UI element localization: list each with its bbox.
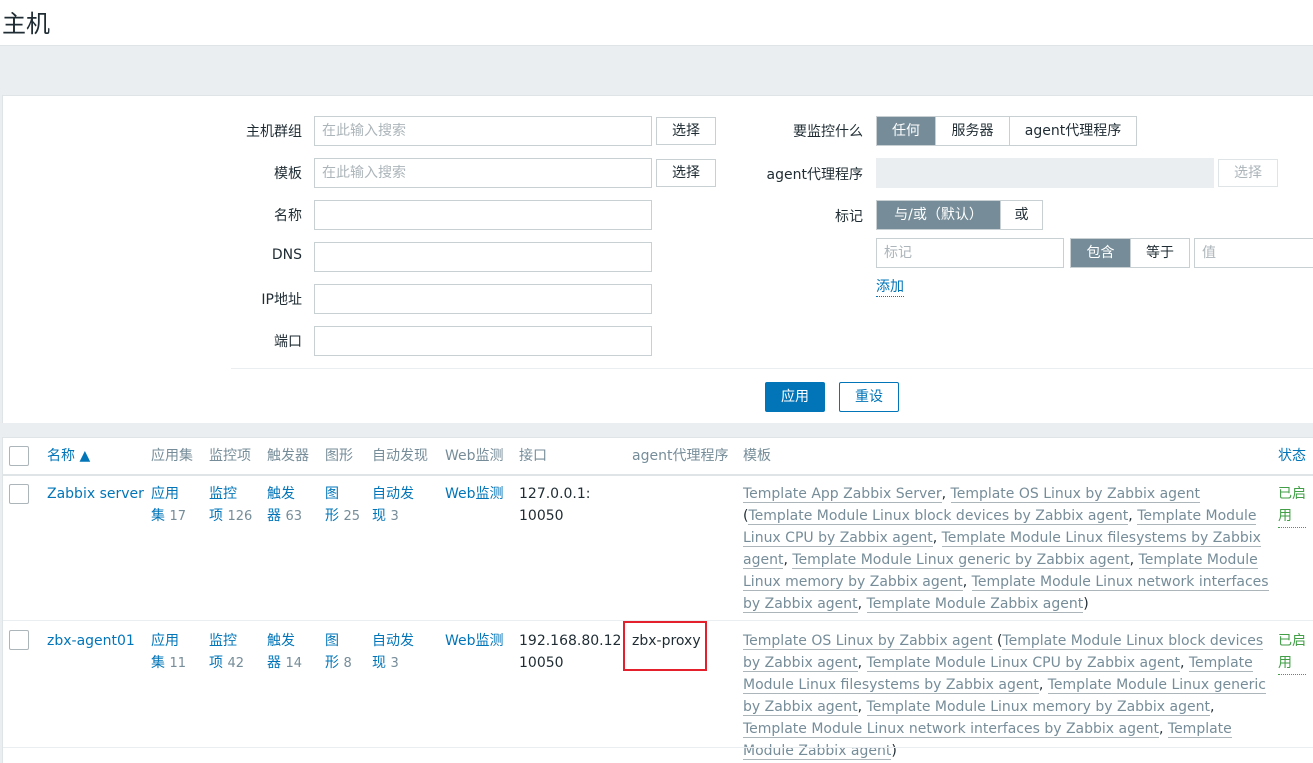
template-link[interactable]: Template Module Linux generic by Zabbix …: [792, 552, 1130, 569]
ip-input[interactable]: [314, 284, 652, 314]
col-discovery-header: 自动发现: [372, 448, 428, 464]
name-label: 名称: [274, 208, 302, 224]
filter-panel: 主机群组 在此输入搜索 选择 模板 在此输入搜索 选择 名称 DNS IP地址 …: [2, 95, 1313, 423]
filter-divider: [231, 368, 1313, 369]
proxy-select-button: 选择: [1218, 159, 1278, 187]
port-input[interactable]: [314, 326, 652, 356]
name-input[interactable]: [314, 200, 652, 230]
host-groups-select-button[interactable]: 选择: [656, 117, 716, 145]
template-link[interactable]: Template Module Linux block devices by Z…: [748, 508, 1129, 525]
discovery-link[interactable]: 自动发现 3: [372, 483, 414, 528]
col-templates-header: 模板: [743, 448, 771, 464]
select-all-checkbox[interactable]: [9, 446, 29, 466]
col-items-header: 监控项: [209, 448, 251, 464]
template-link[interactable]: Template Module Linux memory by Zabbix a…: [866, 699, 1210, 716]
port-label: 端口: [274, 334, 302, 350]
col-proxy-header: agent代理程序: [632, 448, 729, 464]
monitored-by-proxy[interactable]: agent代理程序: [1010, 117, 1136, 145]
dns-label: DNS: [271, 247, 302, 263]
template-link[interactable]: Template Module Zabbix agent: [866, 596, 1084, 613]
items-link[interactable]: 监控项 42: [209, 630, 244, 675]
add-tag-link[interactable]: 添加: [876, 276, 904, 297]
template-link[interactable]: Template Module Linux network interfaces…: [743, 721, 1159, 738]
row-divider: [3, 747, 1313, 748]
filter-tab-strip: [0, 46, 1313, 95]
tag-operator-segment: 包含 等于: [1070, 238, 1190, 268]
tag-op-contains[interactable]: 包含: [1071, 239, 1131, 267]
monitored-by-segment: 任何 服务器 agent代理程序: [876, 116, 1137, 146]
proxy-input: [876, 158, 1214, 188]
tags-label: 标记: [835, 209, 863, 225]
template-link[interactable]: Template OS Linux by Zabbix agent: [950, 486, 1201, 503]
interface-cell: 192.168.80.12: 10050: [519, 633, 627, 671]
proxy-cell: zbx-proxy: [632, 633, 701, 649]
col-status-header[interactable]: 状态: [1278, 438, 1306, 474]
template-link[interactable]: Template App Zabbix Server: [743, 486, 942, 503]
col-name-header[interactable]: 名称 ▲: [47, 438, 90, 474]
web-link[interactable]: Web监测: [445, 630, 504, 652]
proxy-label: agent代理程序: [766, 167, 863, 183]
header-divider: [3, 474, 1313, 476]
host-name-link[interactable]: zbx-agent01: [47, 630, 135, 652]
templates-cell: Template App Zabbix Server, Template OS …: [743, 486, 1269, 613]
graphs-link[interactable]: 图形 25: [325, 483, 360, 528]
tag-op-equals[interactable]: 等于: [1131, 239, 1189, 267]
col-web-header: Web监测: [445, 448, 504, 464]
tags-eval-segment: 与/或（默认） 或: [876, 200, 1043, 230]
page-title: 主机: [2, 10, 50, 38]
templates-select-button[interactable]: 选择: [656, 159, 716, 187]
triggers-link[interactable]: 触发器 63: [267, 483, 302, 528]
host-groups-input[interactable]: 在此输入搜索: [314, 116, 652, 146]
apply-button[interactable]: 应用: [765, 382, 825, 412]
templates-label: 模板: [274, 166, 302, 182]
col-triggers-header: 触发器: [267, 448, 309, 464]
applications-link[interactable]: 应用集 11: [151, 630, 186, 675]
col-interface-header: 接口: [519, 448, 547, 464]
tags-eval-and-or[interactable]: 与/或（默认）: [877, 201, 1001, 229]
applications-link[interactable]: 应用集 17: [151, 483, 186, 528]
row-checkbox[interactable]: [9, 484, 29, 504]
row-checkbox[interactable]: [9, 630, 29, 650]
templates-cell: Template OS Linux by Zabbix agent (Templ…: [743, 633, 1266, 760]
page-header: 主机: [0, 0, 1313, 46]
web-link[interactable]: Web监测: [445, 483, 504, 505]
reset-button[interactable]: 重设: [839, 382, 899, 412]
graphs-link[interactable]: 图形 8: [325, 630, 352, 675]
host-name-link[interactable]: Zabbix server: [47, 483, 144, 505]
template-link[interactable]: Template Module Linux CPU by Zabbix agen…: [866, 655, 1180, 672]
tag-name-input[interactable]: 标记: [876, 238, 1064, 268]
dns-input[interactable]: [314, 242, 652, 272]
monitored-by-server[interactable]: 服务器: [936, 117, 1010, 145]
discovery-link[interactable]: 自动发现 3: [372, 630, 414, 675]
col-graphs-header: 图形: [325, 448, 353, 464]
triggers-link[interactable]: 触发器 14: [267, 630, 302, 675]
status-enabled-link[interactable]: 已启用: [1278, 630, 1306, 675]
tag-value-input[interactable]: 值: [1194, 238, 1313, 268]
hosts-table: 名称 ▲ 应用集 监控项 触发器 图形 自动发现 Web监测 接口 agent代…: [2, 437, 1313, 763]
items-link[interactable]: 监控项 126: [209, 483, 252, 528]
interface-cell: 127.0.0.1: 10050: [519, 486, 591, 524]
monitored-by-any[interactable]: 任何: [877, 117, 936, 145]
tags-eval-or[interactable]: 或: [1001, 201, 1042, 229]
host-groups-label: 主机群组: [246, 124, 302, 140]
templates-input[interactable]: 在此输入搜索: [314, 158, 652, 188]
template-link[interactable]: Template OS Linux by Zabbix agent: [743, 633, 993, 650]
ip-label: IP地址: [261, 292, 302, 308]
monitored-by-label: 要监控什么: [793, 124, 863, 140]
status-enabled-link[interactable]: 已启用: [1278, 483, 1306, 528]
col-applications-header: 应用集: [151, 448, 193, 464]
